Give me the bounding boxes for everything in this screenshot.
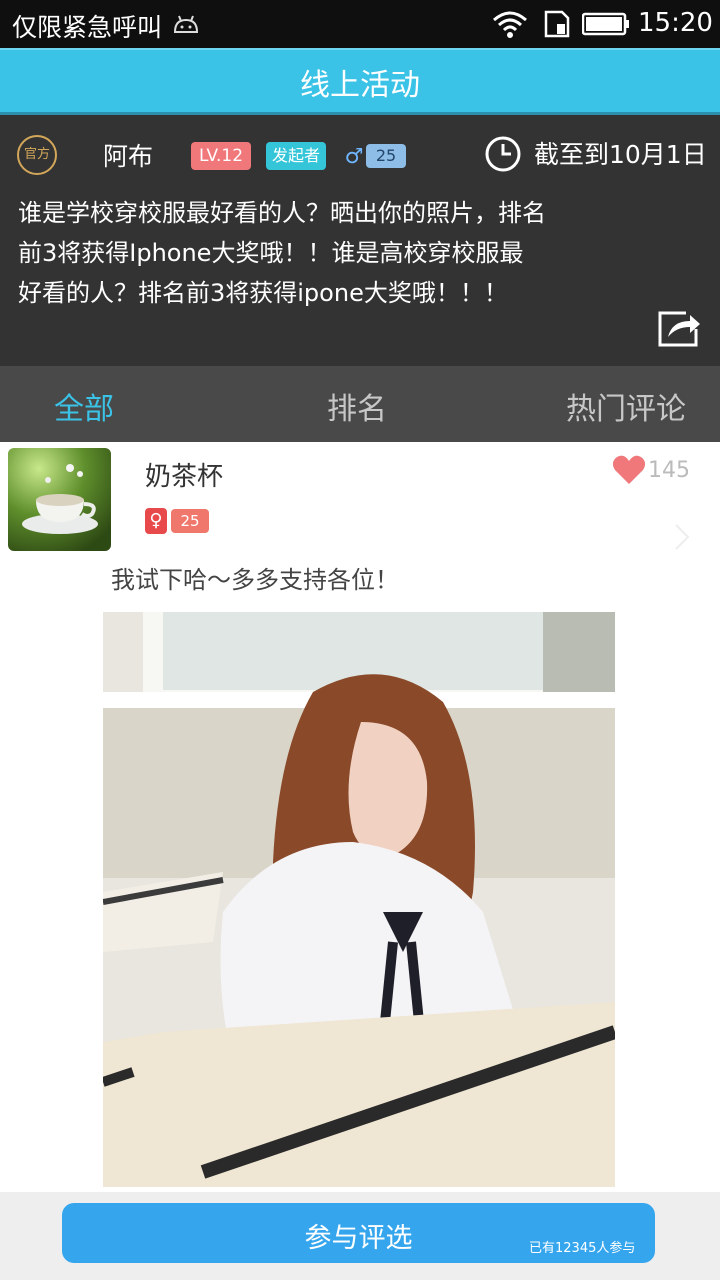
gender-age-badge: ♂ 25 <box>342 142 406 170</box>
share-icon[interactable] <box>656 307 702 349</box>
android-icon <box>173 15 199 33</box>
tab-hot-comments[interactable]: 热门评论 <box>566 384 686 428</box>
page-title: 线上活动 <box>300 68 420 103</box>
gender-age-badge: ♀ 25 <box>145 508 209 534</box>
chevron-right-icon[interactable] <box>672 522 692 552</box>
sim-icon <box>544 10 570 38</box>
male-icon: ♂ <box>344 144 364 168</box>
deadline-text: 截至到10月1日 <box>534 140 707 169</box>
post-card[interactable]: 奶茶杯 ♀ 25 145 我试下哈～多多支持各位！ <box>0 442 720 1192</box>
author-name[interactable]: 阿布 <box>103 137 153 173</box>
description-line: 谁是学校穿校服最好看的人？晒出你的照片，排名 <box>18 199 546 227</box>
status-bar: 仅限紧急呼叫 15:20 <box>0 0 720 48</box>
clock-time: 15:20 <box>638 8 713 38</box>
bottom-bar: 参与评选 已有12345人参与 <box>0 1192 720 1280</box>
female-icon: ♀ <box>145 508 167 534</box>
age-label: 25 <box>171 509 209 533</box>
level-badge: LV.12 <box>191 142 251 170</box>
teacup-avatar-image <box>8 448 111 551</box>
activity-description: 谁是学校穿校服最好看的人？晒出你的照片，排名 前3将获得Iphone大奖哦！！谁… <box>18 193 633 313</box>
wifi-icon <box>493 11 527 38</box>
heart-icon[interactable] <box>612 454 646 486</box>
like-count: 145 <box>648 458 690 483</box>
title-bar: 线上活动 <box>0 48 720 112</box>
clock-icon <box>485 136 521 172</box>
join-selection-button[interactable]: 参与评选 已有12345人参与 <box>62 1203 655 1263</box>
post-photo[interactable] <box>103 612 615 1187</box>
activity-header: 官方 阿布 LV.12 发起者 ♂ 25 截至到10月1日 谁是学校穿校服最好看… <box>0 112 720 366</box>
carrier-text: 仅限紧急呼叫 <box>12 13 163 42</box>
age-label: 25 <box>366 144 406 168</box>
post-username[interactable]: 奶茶杯 <box>145 456 223 493</box>
official-badge: 官方 <box>17 135 57 175</box>
participant-count: 已有12345人参与 <box>529 1241 636 1256</box>
tab-all[interactable]: 全部 <box>54 384 114 428</box>
tab-ranking[interactable]: 排名 <box>327 384 387 428</box>
description-line: 前3将获得Iphone大奖哦！！谁是高校穿校服最 <box>18 239 524 267</box>
description-line: 好看的人？排名前3将获得ipone大奖哦！！！ <box>18 279 508 307</box>
student-photo-image <box>103 612 615 1187</box>
tab-bar: 全部 排名 热门评论 <box>0 366 720 442</box>
initiator-badge: 发起者 <box>266 142 326 170</box>
battery-icon <box>582 12 629 36</box>
avatar[interactable] <box>8 448 111 551</box>
post-text: 我试下哈～多多支持各位！ <box>111 566 399 594</box>
